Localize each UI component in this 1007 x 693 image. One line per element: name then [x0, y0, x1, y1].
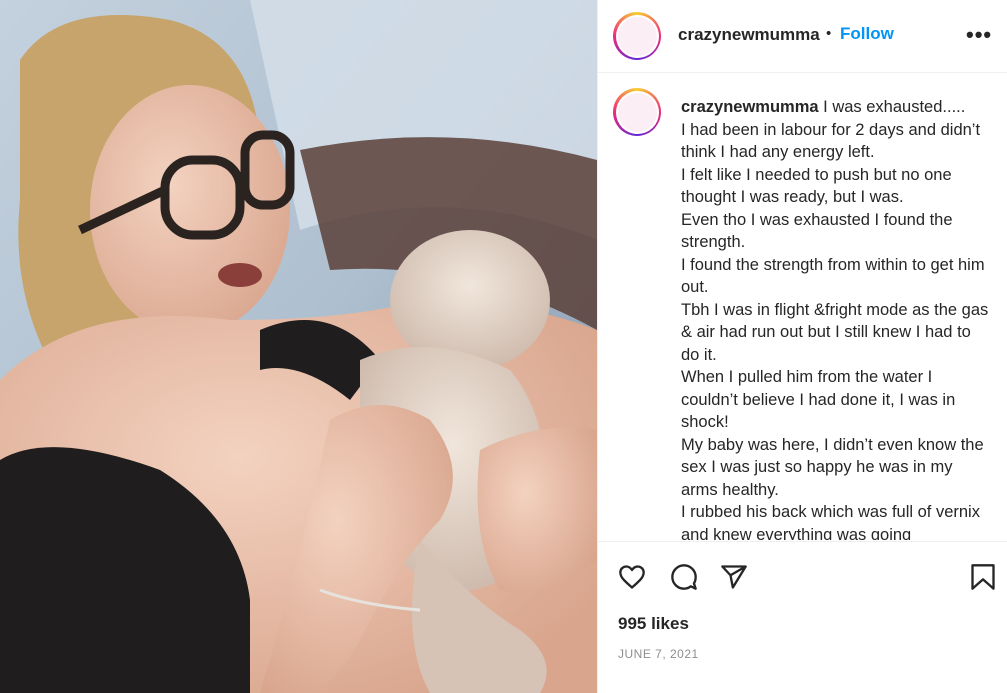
- action-bar: 995 likes JUNE 7, 2021: [598, 541, 1007, 693]
- caption-line: I had been in labour for 2 days and didn…: [681, 120, 981, 162]
- more-options-icon[interactable]: •••: [966, 22, 994, 47]
- heart-icon[interactable]: [618, 563, 646, 591]
- post-image: [0, 0, 597, 693]
- caption-line: Tbh I was in flight &fright mode as the …: [681, 300, 989, 364]
- username-link[interactable]: crazynewmumma: [678, 25, 820, 45]
- bookmark-icon[interactable]: [970, 563, 996, 591]
- follow-button[interactable]: Follow: [840, 24, 894, 44]
- post-photo[interactable]: [0, 0, 597, 693]
- share-icon[interactable]: [720, 563, 748, 591]
- post-panel: crazynewmumma • Follow ••• crazynewmumma…: [597, 0, 1007, 693]
- avatar-image: [617, 16, 657, 56]
- caption-text: crazynewmumma I was exhausted..... I had…: [681, 96, 991, 540]
- post-header: crazynewmumma • Follow •••: [598, 0, 1007, 73]
- profile-avatar[interactable]: [613, 12, 661, 60]
- avatar-image: [617, 92, 657, 132]
- post-date: JUNE 7, 2021: [618, 647, 699, 661]
- caption-username[interactable]: crazynewmumma: [681, 98, 819, 116]
- separator-dot: •: [826, 25, 832, 42]
- caption-line: I rubbed his back which was full of vern…: [681, 503, 980, 540]
- caption-area[interactable]: crazynewmumma I was exhausted..... I had…: [598, 74, 1007, 540]
- likes-count[interactable]: 995 likes: [618, 614, 689, 634]
- caption-line: When I pulled him from the water I could…: [681, 368, 956, 431]
- caption-line: I found the strength from within to get …: [681, 255, 985, 297]
- caption-line: I was exhausted.....: [823, 98, 966, 116]
- caption-avatar[interactable]: [613, 88, 661, 136]
- comment-icon[interactable]: [670, 563, 698, 591]
- caption-line: My baby was here, I didn’t even know the…: [681, 435, 984, 499]
- caption-line: Even tho I was exhausted I found the str…: [681, 210, 953, 252]
- caption-line: I felt like I needed to push but no one …: [681, 165, 952, 207]
